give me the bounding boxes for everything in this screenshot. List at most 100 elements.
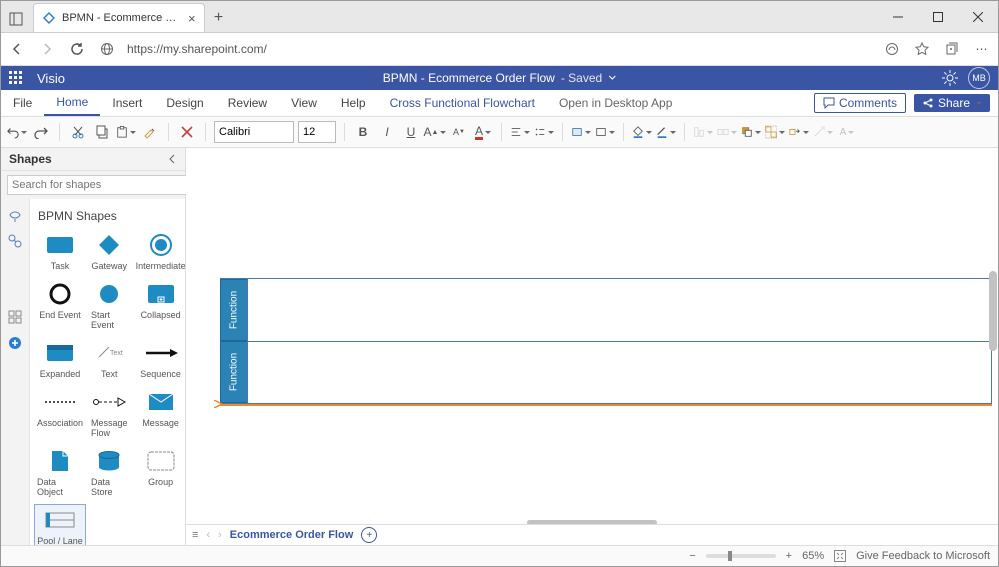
site-info-icon[interactable] xyxy=(97,39,117,59)
shape-intermediate[interactable]: Intermediate xyxy=(133,229,185,274)
delete-button[interactable] xyxy=(177,122,197,142)
tab-help[interactable]: Help xyxy=(329,90,378,116)
undo-button[interactable] xyxy=(7,122,27,142)
browser-menu-icon[interactable]: ⋯ xyxy=(972,39,992,59)
font-grow-button[interactable]: A▲ xyxy=(425,122,445,142)
stencil-icons-icon[interactable] xyxy=(7,233,23,249)
shape-group[interactable]: Group xyxy=(133,445,185,500)
shape-end-event[interactable]: End Event xyxy=(34,278,86,333)
new-tab-button[interactable]: + xyxy=(205,4,233,32)
swimlane-pool[interactable]: Function Function xyxy=(220,278,992,404)
tab-design[interactable]: Design xyxy=(154,90,215,116)
shape-pool-lane[interactable]: Pool / Lane xyxy=(34,504,86,545)
shape-style2-button[interactable] xyxy=(595,122,615,142)
bullets-button[interactable] xyxy=(534,122,554,142)
svg-text:Text: Text xyxy=(110,350,123,357)
lane-header-1[interactable]: Function xyxy=(220,279,247,341)
font-size-select[interactable] xyxy=(298,121,336,143)
connector-button xyxy=(813,122,833,142)
bold-button[interactable]: B xyxy=(353,122,373,142)
user-avatar[interactable]: MB xyxy=(968,67,990,89)
tabs-overview-icon[interactable] xyxy=(1,12,31,32)
tracking-icon[interactable] xyxy=(882,39,902,59)
address-bar[interactable]: https://my.sharepoint.com/ xyxy=(127,42,872,56)
vertical-scrollbar[interactable] xyxy=(988,151,998,505)
tab-home[interactable]: Home xyxy=(44,90,100,116)
sheet-next-icon[interactable]: › xyxy=(218,529,222,541)
shape-style-button[interactable] xyxy=(571,122,591,142)
arrange-button[interactable] xyxy=(741,122,761,142)
shape-start-event[interactable]: Start Event xyxy=(88,278,131,333)
share-button[interactable]: Share xyxy=(914,94,990,112)
shape-sequence[interactable]: Sequence xyxy=(133,337,185,382)
window-maximize-button[interactable] xyxy=(918,1,958,32)
shape-gateway[interactable]: Gateway xyxy=(88,229,131,274)
sheet-prev-icon[interactable]: ‹ xyxy=(206,529,210,541)
settings-gear-icon[interactable] xyxy=(942,70,958,86)
shape-fill-button[interactable] xyxy=(632,122,652,142)
lane-body-1[interactable] xyxy=(248,279,991,342)
reload-button[interactable] xyxy=(67,39,87,59)
collapse-panel-icon[interactable] xyxy=(167,154,177,164)
sheet-list-icon[interactable]: ≡ xyxy=(192,529,198,541)
dynamic-guide-line xyxy=(220,404,992,406)
tab-review[interactable]: Review xyxy=(216,90,279,116)
font-color-button[interactable]: A xyxy=(473,122,493,142)
cut-button[interactable] xyxy=(68,122,88,142)
shape-message-flow[interactable]: Message Flow xyxy=(88,386,131,441)
zoom-slider[interactable] xyxy=(706,554,776,558)
shape-data-store[interactable]: Data Store xyxy=(88,445,131,500)
open-in-desktop-button[interactable]: Open in Desktop App xyxy=(547,90,684,116)
tab-close-icon[interactable]: × xyxy=(188,11,196,26)
font-shrink-button[interactable]: A▼ xyxy=(449,122,469,142)
shapes-search-input[interactable] xyxy=(7,175,189,195)
shapes-section-title: BPMN Shapes xyxy=(34,203,181,229)
lane-header-2[interactable]: Function xyxy=(220,341,247,403)
tab-cross-functional-flowchart[interactable]: Cross Functional Flowchart xyxy=(378,90,547,116)
comments-button[interactable]: Comments xyxy=(814,93,906,113)
app-name: Visio xyxy=(31,71,71,86)
font-family-select[interactable] xyxy=(214,121,294,143)
lane-body-2[interactable] xyxy=(248,342,991,404)
tab-view[interactable]: View xyxy=(279,90,329,116)
add-sheet-button[interactable]: + xyxy=(361,527,377,543)
window-close-button[interactable] xyxy=(958,1,998,32)
tab-insert[interactable]: Insert xyxy=(100,90,154,116)
app-launcher-icon[interactable] xyxy=(1,71,31,85)
shape-task[interactable]: Task xyxy=(34,229,86,274)
nav-back-button[interactable] xyxy=(7,39,27,59)
zoom-out-button[interactable]: − xyxy=(689,550,695,562)
align-button[interactable] xyxy=(510,122,530,142)
browser-tab[interactable]: BPMN - Ecommerce Order Flow… × xyxy=(33,3,205,32)
collections-icon[interactable] xyxy=(942,39,962,59)
stencil-more-icon[interactable] xyxy=(7,309,23,325)
change-shape-button[interactable] xyxy=(789,122,809,142)
group-button[interactable] xyxy=(765,122,785,142)
stencil-add-icon[interactable] xyxy=(7,335,23,351)
underline-button[interactable]: U xyxy=(401,122,421,142)
document-title[interactable]: BPMN - Ecommerce Order Flow - Saved xyxy=(383,71,616,85)
sheet-tab[interactable]: Ecommerce Order Flow xyxy=(230,529,354,541)
shape-expanded[interactable]: Expanded xyxy=(34,337,86,382)
drawing-canvas[interactable]: Function Function ≡ ‹ › Ecommerce Ord xyxy=(186,148,998,545)
shape-collapsed[interactable]: Collapsed xyxy=(133,278,185,333)
line-color-button[interactable] xyxy=(656,122,676,142)
shape-data-object[interactable]: Data Object xyxy=(34,445,86,500)
zoom-level[interactable]: 65% xyxy=(802,550,824,562)
nav-forward-button[interactable] xyxy=(37,39,57,59)
tab-file[interactable]: File xyxy=(1,90,44,116)
favorites-icon[interactable] xyxy=(912,39,932,59)
italic-button[interactable]: I xyxy=(377,122,397,142)
shape-text[interactable]: TextText xyxy=(88,337,131,382)
stencil-shapes-icon[interactable] xyxy=(7,207,23,223)
zoom-in-button[interactable]: + xyxy=(786,550,792,562)
shape-message[interactable]: Message xyxy=(133,386,185,441)
format-painter-button[interactable] xyxy=(140,122,160,142)
copy-button[interactable] xyxy=(92,122,112,142)
redo-button[interactable] xyxy=(31,122,51,142)
feedback-link[interactable]: Give Feedback to Microsoft xyxy=(856,550,990,562)
paste-button[interactable] xyxy=(116,122,136,142)
window-minimize-button[interactable] xyxy=(878,1,918,32)
shape-association[interactable]: Association xyxy=(34,386,86,441)
fit-page-icon[interactable] xyxy=(834,550,846,562)
